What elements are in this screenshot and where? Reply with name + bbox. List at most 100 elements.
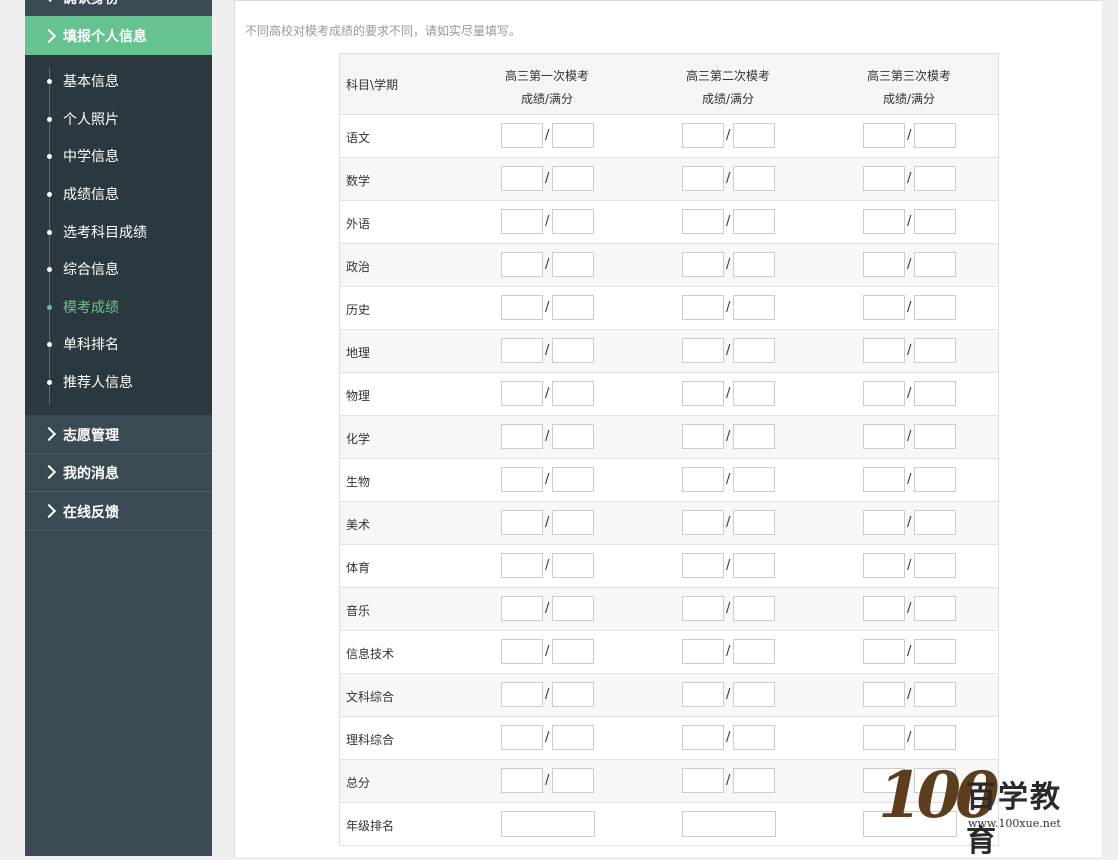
score-input[interactable] <box>501 682 543 707</box>
submenu-item[interactable]: 单科排名 <box>25 332 212 362</box>
full-score-input[interactable] <box>914 209 956 234</box>
score-input[interactable] <box>682 725 724 750</box>
full-score-input[interactable] <box>552 123 594 148</box>
full-score-input[interactable] <box>914 553 956 578</box>
score-input[interactable] <box>501 166 543 191</box>
score-input[interactable] <box>863 596 905 621</box>
full-score-input[interactable] <box>733 295 775 320</box>
score-input[interactable] <box>863 725 905 750</box>
rank-input[interactable] <box>682 811 776 837</box>
submenu-item[interactable]: 选考科目成绩 <box>25 220 212 250</box>
full-score-input[interactable] <box>552 424 594 449</box>
full-score-input[interactable] <box>914 166 956 191</box>
full-score-input[interactable] <box>733 123 775 148</box>
full-score-input[interactable] <box>914 381 956 406</box>
score-input[interactable] <box>501 467 543 492</box>
score-input[interactable] <box>863 424 905 449</box>
score-input[interactable] <box>863 553 905 578</box>
full-score-input[interactable] <box>552 639 594 664</box>
score-input[interactable] <box>682 424 724 449</box>
score-input[interactable] <box>501 725 543 750</box>
full-score-input[interactable] <box>914 596 956 621</box>
full-score-input[interactable] <box>914 467 956 492</box>
full-score-input[interactable] <box>914 510 956 535</box>
full-score-input[interactable] <box>733 381 775 406</box>
score-input[interactable] <box>501 295 543 320</box>
full-score-input[interactable] <box>552 209 594 234</box>
full-score-input[interactable] <box>914 424 956 449</box>
menu-item[interactable]: 在线反馈 <box>25 492 212 531</box>
score-input[interactable] <box>501 209 543 234</box>
submenu-item[interactable]: 成绩信息 <box>25 182 212 212</box>
full-score-input[interactable] <box>914 338 956 363</box>
full-score-input[interactable] <box>733 768 775 793</box>
full-score-input[interactable] <box>552 381 594 406</box>
full-score-input[interactable] <box>914 295 956 320</box>
submenu-item[interactable]: 推荐人信息 <box>25 370 212 400</box>
score-input[interactable] <box>501 639 543 664</box>
menu-item-fill-personal-info[interactable]: 填报个人信息 <box>25 16 212 55</box>
rank-input[interactable] <box>501 811 595 837</box>
score-input[interactable] <box>501 596 543 621</box>
full-score-input[interactable] <box>733 553 775 578</box>
score-input[interactable] <box>682 768 724 793</box>
submenu-item[interactable]: 模考成绩 <box>25 295 212 325</box>
score-input[interactable] <box>682 467 724 492</box>
score-input[interactable] <box>501 381 543 406</box>
score-input[interactable] <box>501 553 543 578</box>
full-score-input[interactable] <box>733 209 775 234</box>
full-score-input[interactable] <box>733 166 775 191</box>
full-score-input[interactable] <box>733 682 775 707</box>
score-input[interactable] <box>682 682 724 707</box>
score-input[interactable] <box>501 123 543 148</box>
full-score-input[interactable] <box>914 123 956 148</box>
score-input[interactable] <box>501 768 543 793</box>
score-input[interactable] <box>682 510 724 535</box>
submenu-item[interactable]: 综合信息 <box>25 257 212 287</box>
full-score-input[interactable] <box>733 252 775 277</box>
menu-item[interactable]: 我的消息 <box>25 453 212 492</box>
score-input[interactable] <box>682 252 724 277</box>
score-input[interactable] <box>682 209 724 234</box>
score-input[interactable] <box>863 510 905 535</box>
full-score-input[interactable] <box>552 768 594 793</box>
full-score-input[interactable] <box>552 295 594 320</box>
score-input[interactable] <box>863 381 905 406</box>
score-input[interactable] <box>863 467 905 492</box>
full-score-input[interactable] <box>733 725 775 750</box>
score-input[interactable] <box>863 295 905 320</box>
score-input[interactable] <box>682 295 724 320</box>
score-input[interactable] <box>501 510 543 535</box>
score-input[interactable] <box>682 123 724 148</box>
score-input[interactable] <box>863 123 905 148</box>
full-score-input[interactable] <box>552 682 594 707</box>
full-score-input[interactable] <box>733 338 775 363</box>
submenu-item[interactable]: 基本信息 <box>25 69 212 99</box>
full-score-input[interactable] <box>914 252 956 277</box>
score-input[interactable] <box>863 252 905 277</box>
full-score-input[interactable] <box>552 553 594 578</box>
submenu-item[interactable]: 个人照片 <box>25 107 212 137</box>
score-input[interactable] <box>863 639 905 664</box>
score-input[interactable] <box>682 596 724 621</box>
score-input[interactable] <box>501 424 543 449</box>
score-input[interactable] <box>682 639 724 664</box>
full-score-input[interactable] <box>733 467 775 492</box>
score-input[interactable] <box>863 166 905 191</box>
full-score-input[interactable] <box>733 424 775 449</box>
score-input[interactable] <box>863 338 905 363</box>
score-input[interactable] <box>501 338 543 363</box>
menu-item[interactable]: 志愿管理 <box>25 415 212 454</box>
full-score-input[interactable] <box>552 510 594 535</box>
full-score-input[interactable] <box>552 725 594 750</box>
full-score-input[interactable] <box>552 596 594 621</box>
full-score-input[interactable] <box>552 338 594 363</box>
score-input[interactable] <box>863 209 905 234</box>
score-input[interactable] <box>682 381 724 406</box>
full-score-input[interactable] <box>733 596 775 621</box>
score-input[interactable] <box>682 166 724 191</box>
submenu-item[interactable]: 中学信息 <box>25 144 212 174</box>
score-input[interactable] <box>682 338 724 363</box>
full-score-input[interactable] <box>914 725 956 750</box>
score-input[interactable] <box>501 252 543 277</box>
